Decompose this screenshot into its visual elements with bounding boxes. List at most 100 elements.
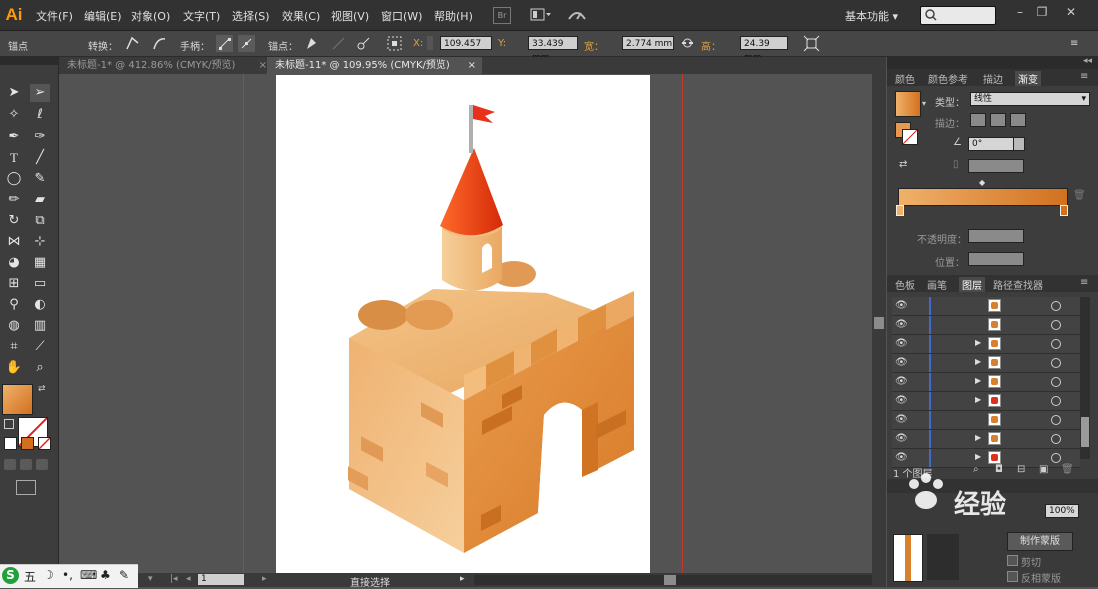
layer-row[interactable]: 👁 ▶ bbox=[892, 392, 1080, 411]
default-colors-icon[interactable] bbox=[4, 419, 14, 429]
moon-icon[interactable]: ☽ bbox=[43, 568, 54, 582]
swap-colors-icon[interactable]: ⇄ bbox=[38, 384, 46, 394]
target-icon[interactable] bbox=[1051, 434, 1061, 444]
layer-row[interactable]: 👁 bbox=[892, 316, 1080, 335]
hide-handles-icon[interactable] bbox=[238, 35, 255, 52]
show-handles-icon[interactable] bbox=[216, 35, 233, 52]
target-icon[interactable] bbox=[1051, 453, 1061, 463]
expand-triangle-icon[interactable]: ▶ bbox=[975, 376, 981, 385]
transform-icon[interactable] bbox=[803, 35, 820, 52]
stroke-mini-swatch[interactable] bbox=[902, 129, 918, 145]
tab-color-guide[interactable]: 颜色参考 bbox=[928, 71, 968, 86]
menu-select[interactable]: 选择(S) bbox=[232, 8, 270, 24]
rotate-tool-icon[interactable]: ↻ bbox=[4, 212, 24, 230]
layer-row[interactable]: 👁 ▶ bbox=[892, 335, 1080, 354]
restore-button[interactable]: ❐ bbox=[1031, 3, 1053, 21]
arrange-documents-icon[interactable] bbox=[530, 7, 552, 22]
control-menu-icon[interactable]: ≡ bbox=[1070, 38, 1078, 49]
scroll-thumb[interactable] bbox=[664, 575, 676, 585]
target-icon[interactable] bbox=[1051, 377, 1061, 387]
menu-effect[interactable]: 效果(C) bbox=[282, 8, 320, 24]
tab-document-1[interactable]: 未标题-1* @ 412.86% (CMYK/预览) × bbox=[59, 57, 273, 74]
paintbrush-icon[interactable]: ✎ bbox=[30, 170, 50, 188]
draw-normal-icon[interactable] bbox=[4, 459, 16, 470]
gpu-performance-icon[interactable] bbox=[567, 7, 587, 23]
layer-row[interactable]: 👁 ▶ bbox=[892, 373, 1080, 392]
gradient-stop-end[interactable] bbox=[1060, 205, 1068, 216]
eye-icon[interactable]: 👁 bbox=[895, 300, 908, 312]
status-menu-icon[interactable]: ▸ bbox=[460, 574, 465, 584]
zoom-tool-icon[interactable]: ⌕ bbox=[30, 359, 50, 377]
column-graph-icon[interactable]: ▥ bbox=[30, 317, 50, 335]
cut-path-icon[interactable] bbox=[355, 35, 372, 52]
connect-endpoints-icon[interactable] bbox=[330, 35, 347, 52]
opacity-field[interactable] bbox=[968, 229, 1024, 243]
eyedropper-icon[interactable]: ⚲ bbox=[4, 296, 24, 314]
new-layer-icon[interactable]: ▣ bbox=[1039, 464, 1048, 475]
gradient-slider[interactable] bbox=[898, 188, 1068, 206]
menu-object[interactable]: 对象(O) bbox=[131, 8, 170, 24]
target-icon[interactable] bbox=[1051, 396, 1061, 406]
close-icon[interactable]: × bbox=[468, 57, 476, 74]
stroke-within-button[interactable] bbox=[970, 113, 986, 127]
curvature-tool-icon[interactable]: ✑ bbox=[30, 128, 50, 146]
draw-behind-icon[interactable] bbox=[20, 459, 32, 470]
tab-swatches[interactable]: 色板 bbox=[895, 277, 915, 292]
target-icon[interactable] bbox=[1051, 358, 1061, 368]
ime-logo-icon[interactable]: S bbox=[2, 567, 19, 584]
clip-checkbox[interactable] bbox=[1007, 555, 1018, 566]
eye-icon[interactable]: 👁 bbox=[895, 414, 908, 426]
mask-thumbnail[interactable] bbox=[927, 534, 959, 580]
position-field[interactable] bbox=[968, 252, 1024, 266]
tab-color[interactable]: 颜色 bbox=[895, 71, 915, 86]
gradient-preview-swatch[interactable] bbox=[895, 91, 921, 117]
layer-row[interactable]: 👁 bbox=[892, 411, 1080, 430]
eye-icon[interactable]: 👁 bbox=[895, 319, 908, 331]
color-mode-icon[interactable] bbox=[4, 437, 17, 450]
layers-scrollbar[interactable] bbox=[1080, 297, 1090, 459]
convert-corner-icon[interactable] bbox=[124, 35, 141, 52]
gradient-stop-start[interactable] bbox=[896, 205, 904, 216]
invert-mask-checkbox[interactable] bbox=[1007, 571, 1018, 582]
search-input[interactable] bbox=[920, 6, 996, 25]
skin-icon[interactable]: ♣ bbox=[100, 568, 111, 582]
chevron-down-icon[interactable]: ▾ bbox=[922, 99, 926, 108]
expand-triangle-icon[interactable]: ▶ bbox=[975, 338, 981, 347]
keyboard-icon[interactable]: ⌨ bbox=[80, 568, 97, 582]
reverse-gradient-icon[interactable]: ⇄ bbox=[899, 159, 907, 170]
scroll-thumb[interactable] bbox=[1081, 417, 1089, 447]
workspace-switcher[interactable]: 基本功能 ▾ bbox=[845, 8, 898, 24]
expand-triangle-icon[interactable]: ▶ bbox=[975, 357, 981, 366]
screen-mode-icon[interactable] bbox=[16, 480, 36, 495]
line-tool-icon[interactable]: ╱ bbox=[30, 149, 50, 167]
pencil-icon[interactable]: ✏ bbox=[4, 191, 24, 209]
tab-layers[interactable]: 图层 bbox=[959, 277, 985, 292]
minimize-button[interactable]: – bbox=[1009, 3, 1031, 21]
stroke-across-button[interactable] bbox=[1010, 113, 1026, 127]
first-artboard-icon[interactable]: |◂ bbox=[170, 574, 178, 584]
menu-edit[interactable]: 编辑(E) bbox=[84, 8, 122, 24]
width-tool-icon[interactable]: ⋈ bbox=[4, 233, 24, 251]
gradient-tool-icon[interactable]: ▭ bbox=[30, 275, 50, 293]
type-tool-icon[interactable]: T bbox=[4, 149, 24, 167]
x-stepper[interactable] bbox=[427, 36, 433, 50]
eraser-icon[interactable]: ▰ bbox=[30, 191, 50, 209]
expand-triangle-icon[interactable]: ▶ bbox=[975, 395, 981, 404]
aspect-ratio-field[interactable] bbox=[968, 159, 1024, 173]
layer-row[interactable]: 👁 ▶ bbox=[892, 430, 1080, 449]
link-icon[interactable] bbox=[679, 35, 696, 52]
symbol-sprayer-icon[interactable]: ◍ bbox=[4, 317, 24, 335]
panel-menu-icon[interactable]: ≡ bbox=[1080, 277, 1088, 288]
eye-icon[interactable]: 👁 bbox=[895, 395, 908, 407]
delete-layer-icon[interactable]: 🗑 bbox=[1061, 464, 1074, 475]
scroll-thumb[interactable] bbox=[874, 317, 884, 329]
artboard[interactable] bbox=[276, 75, 650, 573]
expand-triangle-icon[interactable]: ▶ bbox=[975, 452, 981, 461]
draw-inside-icon[interactable] bbox=[36, 459, 48, 470]
target-icon[interactable] bbox=[1051, 415, 1061, 425]
eye-icon[interactable]: 👁 bbox=[895, 452, 908, 464]
menu-type[interactable]: 文字(T) bbox=[183, 8, 220, 24]
tab-document-11[interactable]: 未标题-11* @ 109.95% (CMYK/预览) × bbox=[267, 57, 482, 74]
gradient-type-select[interactable]: 线性 ▾ bbox=[970, 92, 1090, 106]
gradient-mode-icon[interactable] bbox=[21, 437, 34, 450]
